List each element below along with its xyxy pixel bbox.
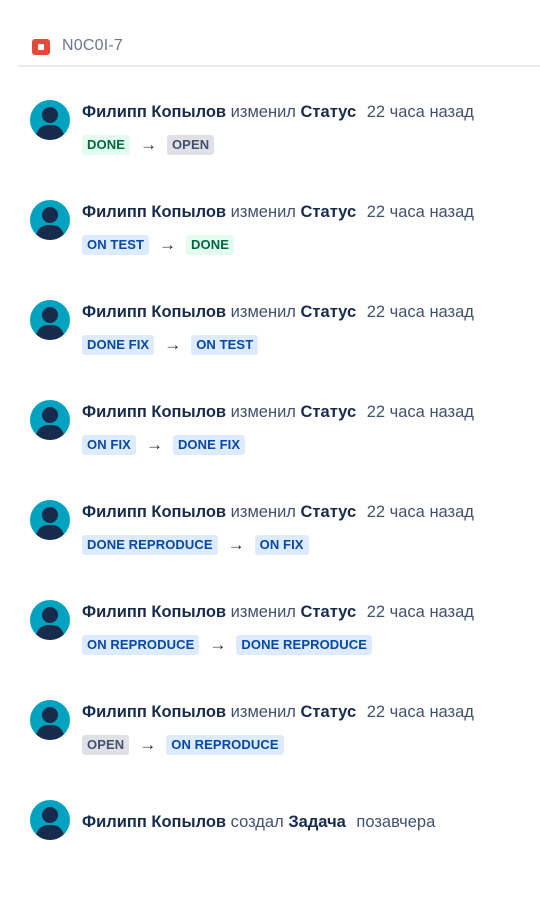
action-verb: изменил (230, 503, 296, 521)
issue-header: N0C0I-7 (18, 27, 540, 67)
timestamp: позавчера (356, 813, 436, 831)
change-line: Филипп Копылов изменил Статус 22 часа на… (82, 500, 474, 524)
arrow-icon: → (139, 735, 157, 754)
arrow-icon: → (209, 635, 227, 654)
user-avatar[interactable] (30, 100, 70, 140)
to-status-lozenge: OPEN (166, 135, 215, 155)
author-name[interactable]: Филипп Копылов (82, 813, 226, 831)
status-transition: ON TEST → DONE (82, 235, 235, 255)
arrow-icon: → (159, 235, 177, 254)
status-transition: OPEN → ON REPRODUCE (82, 735, 284, 755)
action-verb: изменил (230, 403, 296, 421)
from-status-lozenge: DONE FIX (82, 335, 155, 355)
history-entry: Филипп Копылов изменил Статус 22 часа на… (0, 400, 540, 500)
user-avatar[interactable] (30, 500, 70, 540)
to-status-lozenge: DONE (186, 235, 235, 255)
change-line: Филипп Копылов изменил Статус 22 часа на… (82, 300, 474, 324)
timestamp: 22 часа назад (366, 503, 474, 521)
from-status-lozenge: ON TEST (82, 235, 150, 255)
field-name: Задача (288, 813, 346, 831)
status-transition: ON FIX → DONE FIX (82, 435, 246, 455)
timestamp: 22 часа назад (366, 103, 474, 121)
field-name: Статус (300, 703, 357, 721)
timestamp: 22 часа назад (366, 603, 474, 621)
user-avatar[interactable] (30, 200, 70, 240)
status-transition: ON REPRODUCE → DONE REPRODUCE (82, 635, 373, 655)
change-line: Филипп Копылов изменил Статус 22 часа на… (82, 400, 474, 424)
history-entry: Филипп Копылов изменил Статус 22 часа на… (0, 100, 540, 200)
author-name[interactable]: Филипп Копылов (82, 503, 226, 521)
from-status-lozenge: OPEN (82, 735, 130, 755)
timestamp: 22 часа назад (366, 303, 474, 321)
to-status-lozenge: ON TEST (191, 335, 259, 355)
action-verb: изменил (230, 203, 296, 221)
action-verb: изменил (230, 603, 296, 621)
field-name: Статус (300, 103, 357, 121)
timestamp: 22 часа назад (366, 703, 474, 721)
author-name[interactable]: Филипп Копылов (82, 103, 226, 121)
status-transition: DONE REPRODUCE → ON FIX (82, 535, 309, 555)
field-name: Статус (300, 503, 357, 521)
from-status-lozenge: ON FIX (82, 435, 136, 455)
arrow-icon: → (145, 435, 163, 454)
change-line: Филипп Копылов изменил Статус 22 часа на… (82, 100, 474, 124)
field-name: Статус (300, 203, 357, 221)
user-avatar[interactable] (30, 600, 70, 640)
field-name: Статус (300, 303, 357, 321)
timestamp: 22 часа назад (366, 203, 474, 221)
field-name: Статус (300, 403, 357, 421)
user-avatar[interactable] (30, 400, 70, 440)
status-transition: DONE → OPEN (82, 135, 215, 155)
author-name[interactable]: Филипп Копылов (82, 603, 226, 621)
status-transition: DONE FIX → ON TEST (82, 335, 259, 355)
author-name[interactable]: Филипп Копылов (82, 203, 226, 221)
arrow-icon: → (139, 135, 157, 154)
to-status-lozenge: ON FIX (254, 535, 309, 555)
history-entry: Филипп Копылов изменил Статус 22 часа на… (0, 600, 540, 700)
from-status-lozenge: DONE REPRODUCE (82, 535, 218, 555)
change-line: Филипп Копылов изменил Статус 22 часа на… (82, 600, 474, 624)
history-entry-created: Филипп Копылов создал Задача позавчера (0, 800, 540, 900)
user-avatar[interactable] (30, 700, 70, 740)
issue-key-link[interactable]: N0C0I-7 (62, 37, 123, 55)
bug-icon (32, 39, 50, 55)
created-line: Филипп Копылов создал Задача позавчера (82, 810, 435, 834)
author-name[interactable]: Филипп Копылов (82, 703, 226, 721)
from-status-lozenge: ON REPRODUCE (82, 635, 200, 655)
user-avatar[interactable] (30, 800, 70, 840)
history-entry: Филипп Копылов изменил Статус 22 часа на… (0, 500, 540, 600)
author-name[interactable]: Филипп Копылов (82, 403, 226, 421)
to-status-lozenge: ON REPRODUCE (166, 735, 284, 755)
from-status-lozenge: DONE (82, 135, 130, 155)
timestamp: 22 часа назад (366, 403, 474, 421)
user-avatar[interactable] (30, 300, 70, 340)
to-status-lozenge: DONE REPRODUCE (236, 635, 373, 655)
history-entry: Филипп Копылов изменил Статус 22 часа на… (0, 300, 540, 400)
action-verb: создал (230, 813, 284, 831)
action-verb: изменил (230, 703, 296, 721)
action-verb: изменил (230, 103, 296, 121)
to-status-lozenge: DONE FIX (172, 435, 246, 455)
change-line: Филипп Копылов изменил Статус 22 часа на… (82, 200, 474, 224)
arrow-icon: → (227, 535, 245, 554)
author-name[interactable]: Филипп Копылов (82, 303, 226, 321)
history-entry: Филипп Копылов изменил Статус 22 часа на… (0, 200, 540, 300)
arrow-icon: → (164, 335, 182, 354)
action-verb: изменил (230, 303, 296, 321)
history-entry: Филипп Копылов изменил Статус 22 часа на… (0, 700, 540, 800)
field-name: Статус (300, 603, 357, 621)
change-line: Филипп Копылов изменил Статус 22 часа на… (82, 700, 474, 724)
